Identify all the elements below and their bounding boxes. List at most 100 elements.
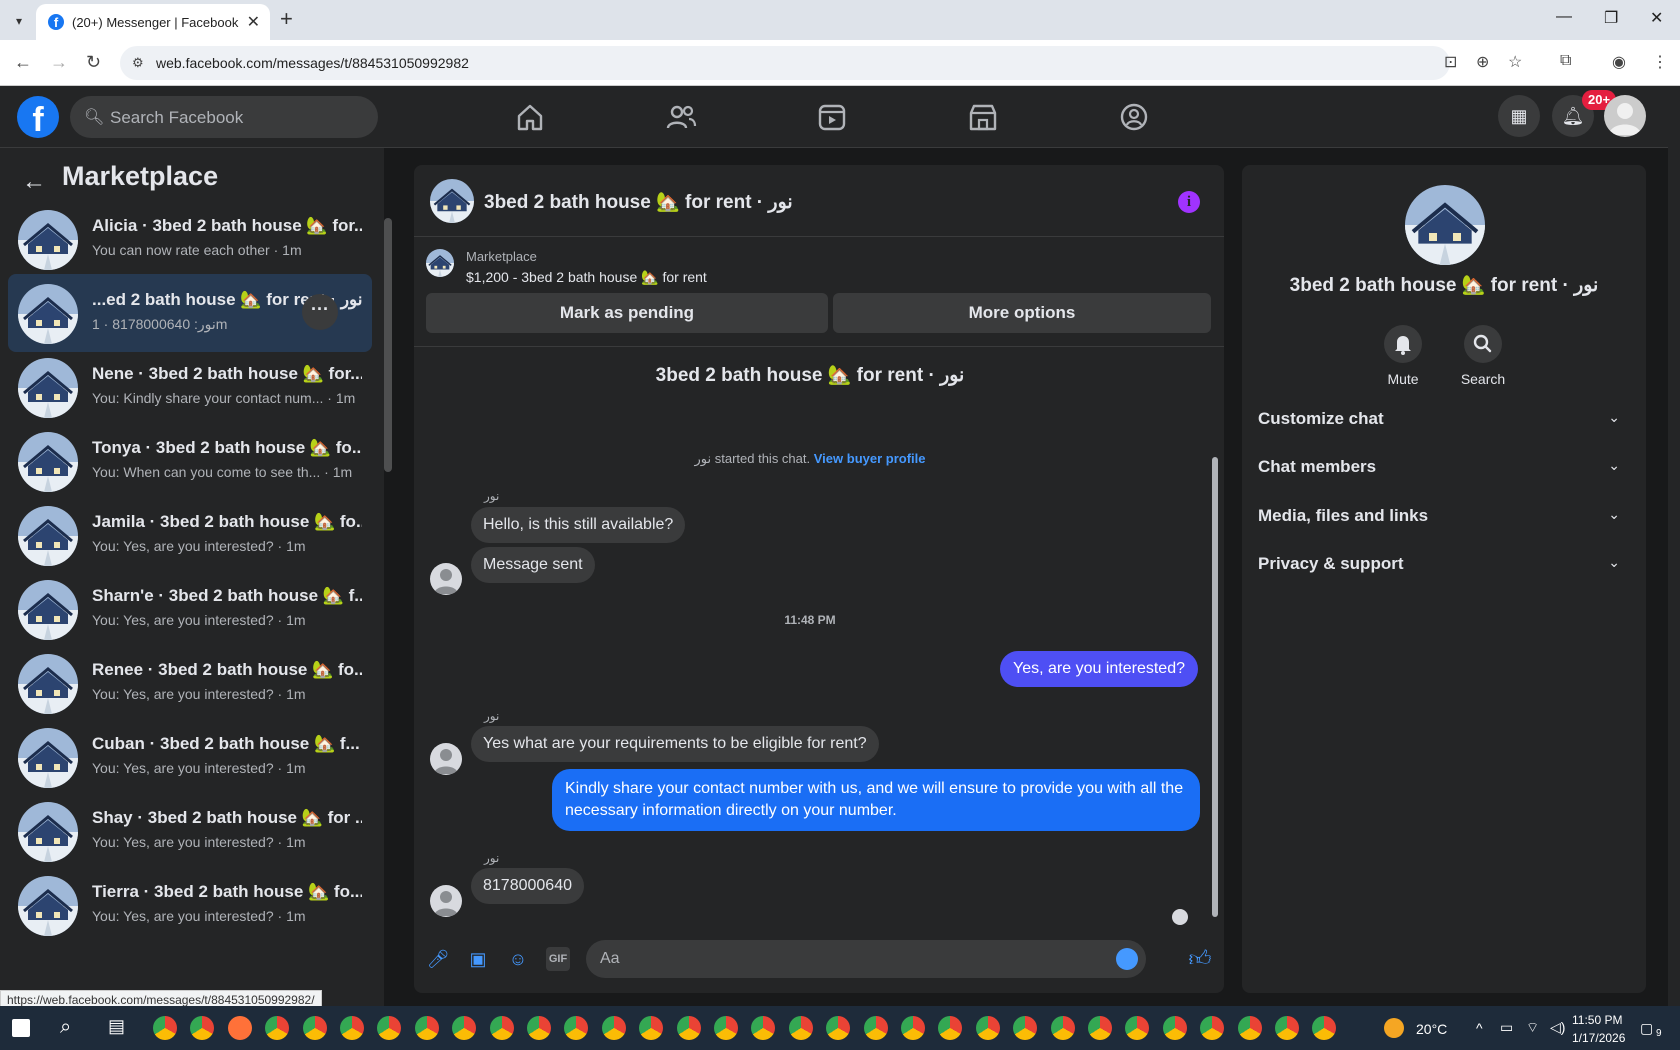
site-info-icon[interactable]: ⚙ [132,55,144,71]
browser-tab[interactable]: f (20+) Messenger | Facebook ✕ [36,4,270,40]
chrome-app-icon[interactable] [901,1016,925,1040]
more-options-button[interactable]: More options [833,293,1211,333]
weather-icon[interactable] [1384,1018,1404,1038]
account-avatar[interactable] [1604,95,1646,137]
page-scrollbar[interactable] [1668,86,1680,1006]
clock-date[interactable]: 1/17/2026 [1572,1031,1625,1045]
reload-icon[interactable]: ↻ [86,52,101,73]
media-files-links-section[interactable]: Media, files and links ⌄ [1258,494,1630,538]
conversation-item[interactable]: ...ed 2 bath house 🏡 for rent · نور نور: … [8,274,372,352]
chrome-app-icon[interactable] [340,1016,364,1040]
incoming-message[interactable]: 8178000640 [471,868,584,904]
chrome-app-icon[interactable] [751,1016,776,1040]
listing-title[interactable]: $1,200 - 3bed 2 bath house 🏡 for rent [466,269,707,286]
chrome-app-icon[interactable] [265,1016,290,1040]
mute-button[interactable]: Mute [1363,325,1443,387]
bookmark-star-icon[interactable]: ☆ [1508,52,1522,72]
task-view-icon[interactable]: ▤ [108,1016,132,1040]
chat-title[interactable]: 3bed 2 bath house 🏡 for rent · نور [484,190,793,214]
chrome-app-icon[interactable] [639,1016,664,1040]
volume-icon[interactable]: ◁) [1550,1019,1565,1036]
marketplace-icon[interactable] [967,102,999,132]
conversation-item[interactable]: Nene · 3bed 2 bath house 🏡 for... You: Ki… [8,348,372,426]
minimize-icon[interactable]: — [1556,8,1572,26]
chrome-app-icon[interactable] [1088,1016,1112,1040]
conversation-item[interactable]: Alicia · 3bed 2 bath house 🏡 for... You c… [8,200,372,278]
chrome-app-icon[interactable] [714,1016,738,1040]
listing-thumbnail[interactable] [426,249,454,277]
more-options-icon[interactable]: ··· [302,294,338,330]
conversation-item[interactable]: Shay · 3bed 2 bath house 🏡 for ... You: Y… [8,792,372,870]
chat-members-section[interactable]: Chat members ⌄ [1258,445,1630,489]
incoming-message[interactable]: Hello, is this still available? [471,507,686,543]
search-in-chat-button[interactable]: Search [1443,325,1523,387]
tab-search-chevron-icon[interactable]: ▾ [6,8,32,34]
chrome-app-icon[interactable] [975,1016,1000,1040]
conversation-list-scrollbar[interactable] [384,200,392,1000]
wifi-icon[interactable]: ⌔ [1526,1019,1539,1037]
chrome-app-icon[interactable] [1237,1016,1262,1040]
chrome-app-icon[interactable] [1200,1016,1225,1040]
chrome-app-icon[interactable] [153,1016,177,1040]
conversation-item[interactable]: Tonya · 3bed 2 bath house 🏡 fo... You: Wh… [8,422,372,500]
mark-as-pending-button[interactable]: Mark as pending [426,293,828,333]
chrome-app-icon[interactable] [863,1016,888,1040]
chat-info-avatar[interactable] [1405,185,1485,265]
tray-chevron-icon[interactable]: ^ [1476,1020,1483,1036]
chrome-app-icon[interactable] [190,1016,215,1040]
chrome-app-icon[interactable] [938,1016,963,1040]
gif-icon[interactable]: GIF [546,947,570,971]
conversation-item[interactable]: Jamila · 3bed 2 bath house 🏡 fo... You: Y… [8,496,372,574]
conversation-item[interactable]: Cuban · 3bed 2 bath house 🏡 f... You: Yes… [8,718,372,796]
view-buyer-profile-link[interactable]: View buyer profile [814,451,926,466]
chat-avatar[interactable] [430,179,474,223]
chrome-app-icon[interactable] [826,1016,851,1040]
extensions-icon[interactable]: ⧉ [1560,52,1571,70]
facebook-logo-icon[interactable]: f [17,96,59,139]
outgoing-message[interactable]: Yes, are you interested? [1000,651,1198,687]
facebook-search-input[interactable]: 🔍︎ Search Facebook [70,96,378,138]
chrome-app-icon[interactable] [452,1016,477,1040]
info-icon[interactable]: i [1178,191,1200,213]
close-window-icon[interactable]: ✕ [1650,8,1663,28]
firefox-app-icon[interactable] [227,1016,252,1040]
chrome-app-icon[interactable] [1013,1016,1038,1040]
thumbs-up-icon[interactable]: 👍︎ [1188,947,1212,971]
notification-center-icon[interactable]: ▢ [1640,1020,1653,1037]
message-input[interactable]: Aa [586,940,1146,978]
privacy-support-section[interactable]: Privacy & support ⌄ [1258,542,1630,586]
emoji-icon[interactable] [1116,948,1138,970]
incoming-message[interactable]: Yes what are your requirements to be eli… [471,726,879,762]
chrome-app-icon[interactable] [1162,1016,1187,1040]
sender-avatar[interactable] [430,743,462,775]
incoming-message[interactable]: Message sent [471,547,595,583]
taskbar-search-icon[interactable]: ⌕ [60,1016,84,1040]
windows-start-icon[interactable] [12,1019,30,1037]
restore-icon[interactable]: ❐ [1604,8,1618,28]
clock-time[interactable]: 11:50 PM [1572,1013,1622,1027]
new-tab-icon[interactable]: + [280,6,293,32]
friends-icon[interactable] [665,102,697,132]
conversation-item[interactable]: Renee · 3bed 2 bath house 🏡 fo... You: Ye… [8,644,372,722]
install-app-icon[interactable]: ⊡ [1444,52,1457,72]
chrome-app-icon[interactable] [1125,1016,1150,1040]
sender-avatar[interactable] [430,885,462,917]
chrome-app-icon[interactable] [489,1016,514,1040]
url-field[interactable]: ⚙ web.facebook.com/messages/t/8845310509… [120,46,1450,80]
menu-icon[interactable]: ⋮ [1652,52,1668,72]
back-arrow-icon[interactable]: ← [22,168,46,196]
network-icon[interactable]: ▭ [1500,1019,1513,1036]
customize-chat-section[interactable]: Customize chat ⌄ [1258,397,1630,441]
chrome-app-icon[interactable] [527,1016,551,1040]
chrome-app-icon[interactable] [414,1016,439,1040]
conversation-item[interactable]: Sharn'e · 3bed 2 bath house 🏡 f... You: Y… [8,570,372,648]
sticker-icon[interactable]: ☺ [506,947,530,971]
microphone-icon[interactable]: 🎤︎ [426,947,450,971]
profile-icon[interactable]: ◉ [1612,52,1626,72]
zoom-icon[interactable]: ⊕ [1476,52,1489,72]
outgoing-message[interactable]: Kindly share your contact number with us… [552,769,1200,831]
thread-scrollbar[interactable] [1210,347,1220,927]
groups-icon[interactable] [1118,102,1150,132]
chrome-app-icon[interactable] [788,1016,813,1040]
tab-close-icon[interactable]: ✕ [247,12,260,32]
